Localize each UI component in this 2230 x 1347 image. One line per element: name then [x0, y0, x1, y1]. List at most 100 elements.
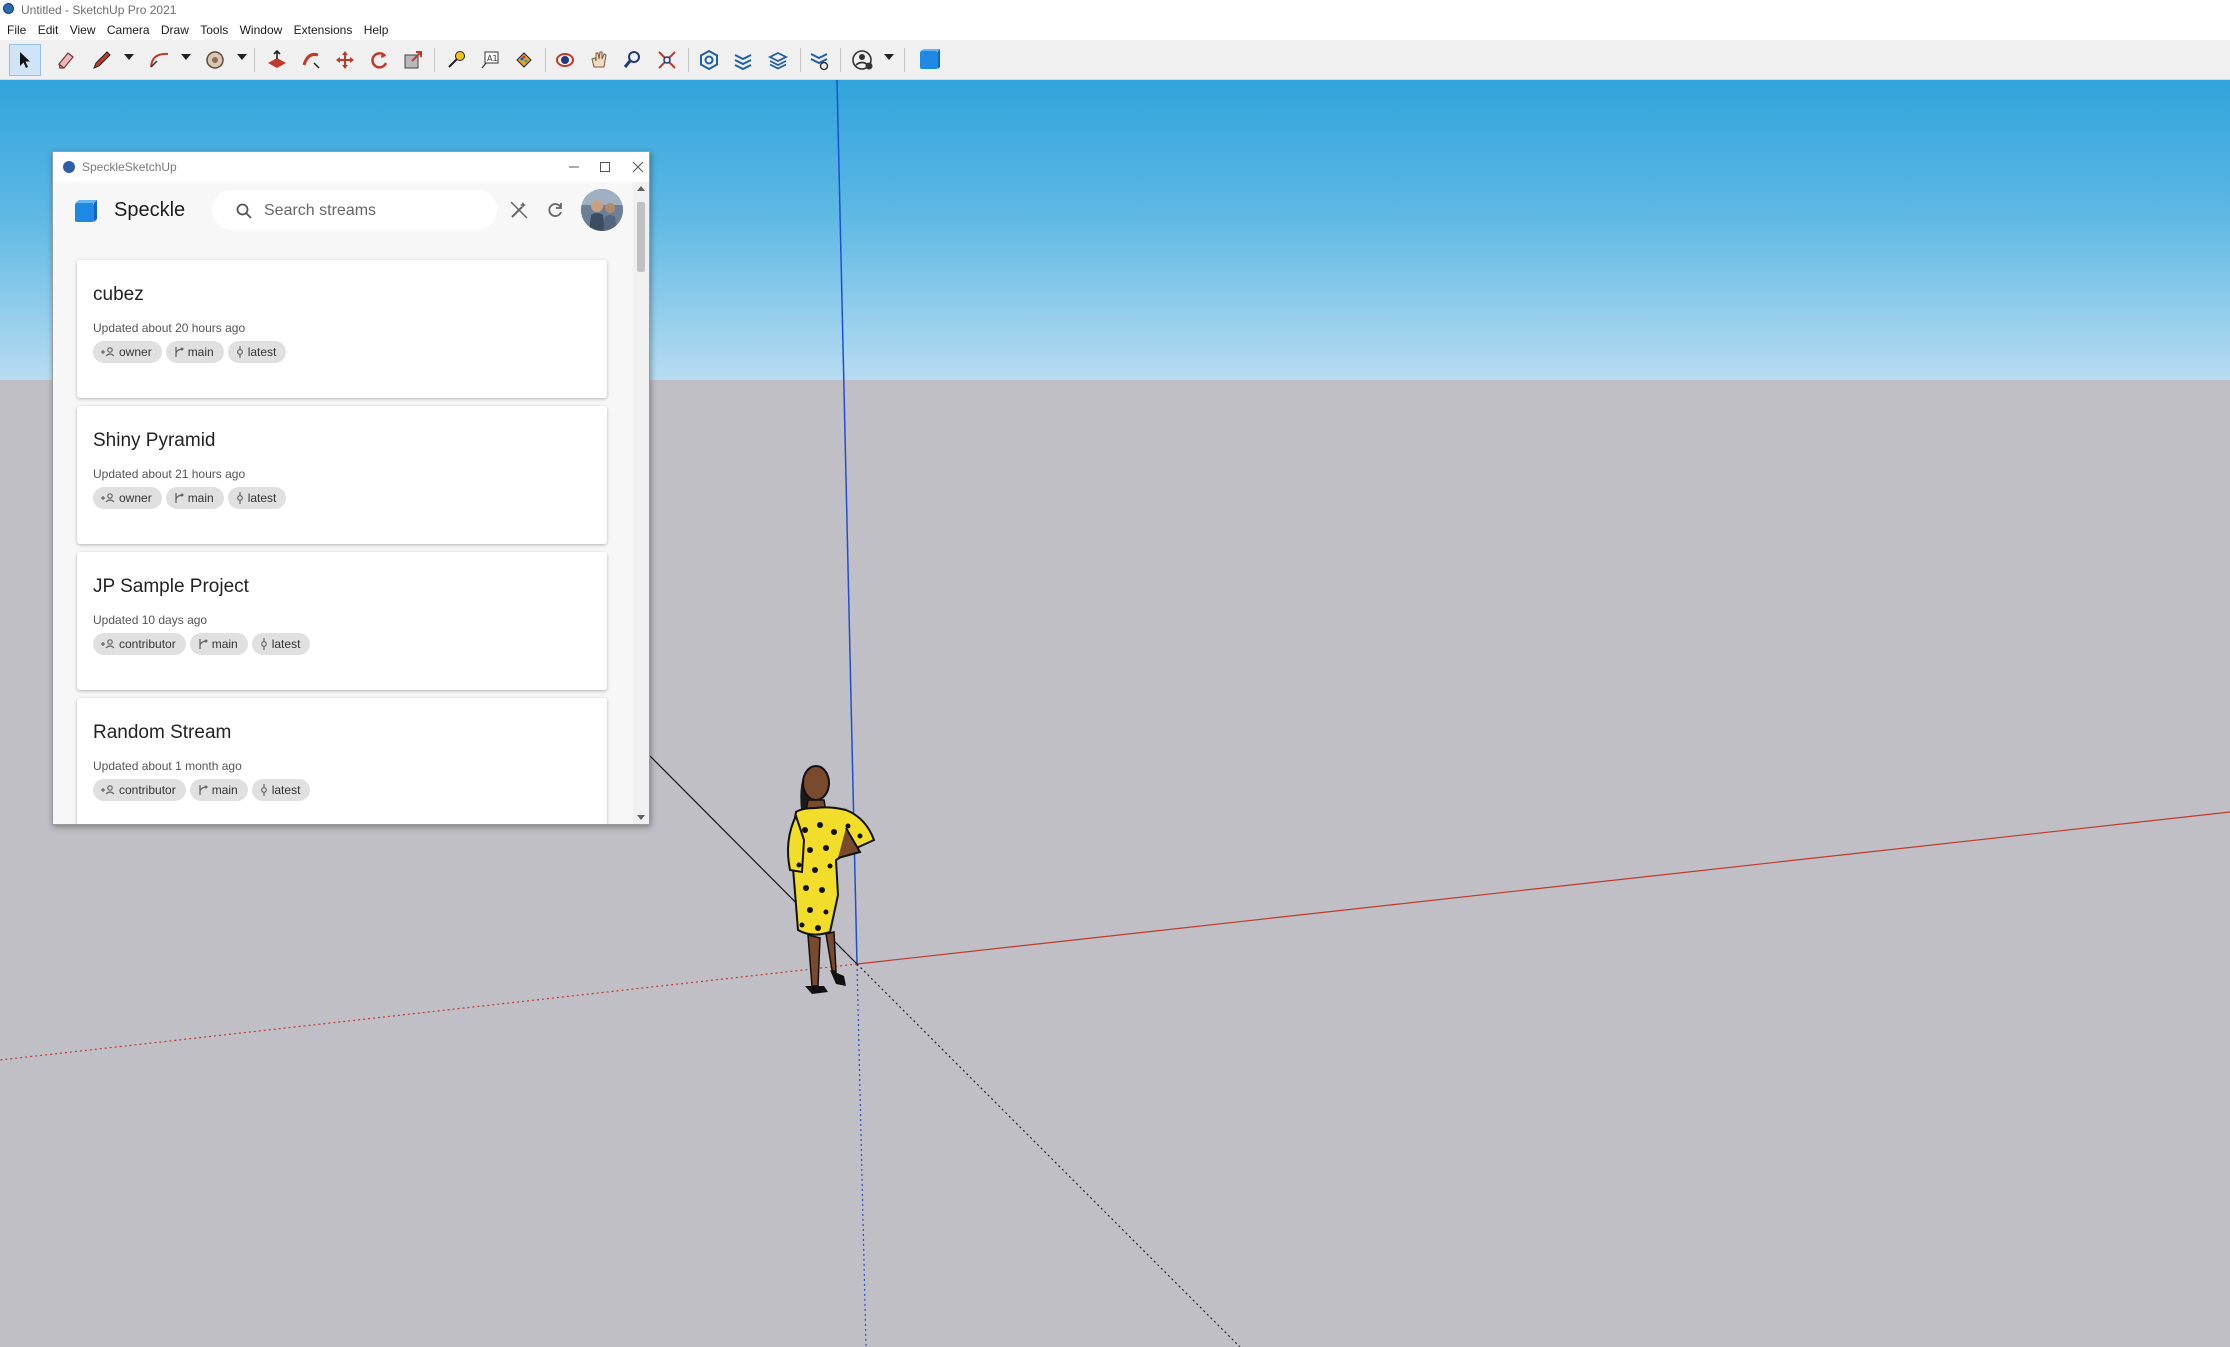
stream-card-jp-sample-project[interactable]: JP Sample Project Updated 10 days ago co…: [77, 552, 607, 690]
user-role-icon: [101, 493, 115, 503]
select-tool-button[interactable]: [9, 44, 41, 76]
user-account-button[interactable]: [847, 44, 879, 76]
line-tool-button[interactable]: [86, 44, 118, 76]
pan-tool-button[interactable]: [583, 44, 615, 76]
commit-chip: latest: [251, 779, 311, 801]
menu-camera[interactable]: Camera: [100, 20, 150, 40]
arc-tool-dropdown[interactable]: [181, 54, 191, 60]
follow-me-tool-button[interactable]: [295, 44, 327, 76]
branch-chip: main: [189, 633, 248, 655]
speckle-panel-titlebar[interactable]: SpeckleSketchUp: [53, 152, 649, 182]
maximize-button[interactable]: [593, 156, 617, 178]
zoom-tool-button[interactable]: [617, 44, 649, 76]
red-axis-negative: [0, 963, 858, 1061]
close-button[interactable]: [626, 156, 649, 178]
text-tool-button[interactable]: A1: [474, 44, 506, 76]
stream-chips: owner main latest: [93, 341, 287, 363]
paint-bucket-icon: [516, 52, 532, 68]
menu-file[interactable]: File: [0, 20, 26, 40]
arc-tool-button[interactable]: [144, 44, 176, 76]
line-tool-dropdown[interactable]: [124, 54, 134, 60]
menu-tools[interactable]: Tools: [193, 20, 228, 40]
menu-view[interactable]: View: [63, 20, 96, 40]
extension-warehouse-button[interactable]: [727, 44, 759, 76]
branch-icon: [175, 347, 184, 357]
menu-extensions[interactable]: Extensions: [287, 20, 353, 40]
user-account-dropdown[interactable]: [884, 54, 894, 60]
scale-icon: [404, 51, 422, 69]
branch-icon: [175, 493, 184, 503]
stream-card-shiny-pyramid[interactable]: Shiny Pyramid Updated about 21 hours ago…: [77, 406, 607, 544]
rotate-tool-button[interactable]: [363, 44, 395, 76]
menu-draw[interactable]: Draw: [154, 20, 189, 40]
menu-window[interactable]: Window: [233, 20, 283, 40]
stream-card-random-stream[interactable]: Random Stream Updated about 1 month ago …: [77, 698, 607, 824]
minimize-icon: [569, 166, 579, 168]
text-label-icon: A1: [481, 51, 499, 69]
move-tool-button[interactable]: [329, 44, 361, 76]
search-streams-input[interactable]: [262, 190, 486, 232]
branch-chip: main: [165, 487, 224, 509]
stream-card-cubez[interactable]: cubez Updated about 20 hours ago owner m…: [77, 260, 607, 398]
eraser-tool-button[interactable]: [50, 44, 82, 76]
toolbar-separator: [254, 48, 255, 72]
panel-scrollbar[interactable]: [633, 182, 649, 824]
extension-warehouse-icon: [734, 54, 752, 71]
shapes-tool-dropdown[interactable]: [237, 54, 247, 60]
search-box[interactable]: [212, 190, 497, 232]
role-chip: owner: [93, 487, 162, 509]
menu-edit[interactable]: Edit: [31, 20, 59, 40]
role-chip: contributor: [93, 779, 186, 801]
shapes-tool-button[interactable]: [199, 44, 231, 76]
toolbar-separator: [904, 48, 905, 72]
orbit-tool-button[interactable]: [549, 44, 581, 76]
zoom-magnifier-icon: [623, 51, 640, 68]
branch-icon: [199, 785, 208, 795]
stream-list: cubez Updated about 20 hours ago owner m…: [53, 240, 633, 824]
minimize-button[interactable]: [562, 156, 586, 178]
push-pull-tool-button[interactable]: [261, 44, 293, 76]
speckle-panel-window: SpeckleSketchUp Speckle Search streams c…: [52, 151, 650, 825]
scale-tool-button[interactable]: [397, 44, 429, 76]
menu-help[interactable]: Help: [357, 20, 389, 40]
user-account-icon: [852, 50, 873, 70]
stream-chips: contributor main latest: [93, 633, 311, 655]
toolbar-separator: [800, 48, 801, 72]
refresh-button[interactable]: [541, 196, 569, 224]
svg-text:A1: A1: [487, 54, 498, 63]
stream-name: Shiny Pyramid: [93, 430, 216, 451]
zoom-extents-icon: [658, 51, 676, 69]
magic-wand-off-icon: [510, 201, 528, 219]
3d-warehouse-button[interactable]: [693, 44, 725, 76]
stream-chips: contributor main latest: [93, 779, 311, 801]
speckle-window-icon: [63, 161, 75, 173]
magic-wand-button[interactable]: [505, 196, 533, 224]
commit-chip: latest: [227, 487, 287, 509]
speckle-logo-icon: [75, 200, 97, 222]
menubar: File Edit View Camera Draw Tools Window …: [0, 20, 2230, 40]
shapes-icon: [206, 51, 224, 69]
speckle-brand: Speckle: [114, 199, 186, 221]
speckle-header: Speckle: [53, 182, 633, 240]
zoom-extents-tool-button[interactable]: [651, 44, 683, 76]
maximize-icon: [600, 162, 610, 172]
user-role-icon: [101, 785, 115, 795]
extension-manager-button[interactable]: [803, 44, 835, 76]
scroll-up-arrow[interactable]: [637, 186, 645, 191]
layers-stack-icon: [767, 51, 789, 70]
layout-button[interactable]: [762, 44, 794, 76]
scroll-down-arrow[interactable]: [637, 815, 645, 820]
move-icon: [336, 51, 354, 69]
paint-bucket-tool-button[interactable]: [508, 44, 540, 76]
refresh-icon: [548, 203, 562, 217]
tape-measure-tool-button[interactable]: [440, 44, 472, 76]
speckle-toolbar-button[interactable]: [913, 44, 945, 76]
toolbar-separator: [434, 48, 435, 72]
select-arrow-icon: [20, 52, 30, 68]
user-avatar[interactable]: [581, 189, 623, 231]
scroll-thumb[interactable]: [637, 202, 645, 272]
toolbar-separator: [688, 48, 689, 72]
stream-name: JP Sample Project: [93, 576, 249, 597]
commit-icon: [236, 492, 243, 504]
stream-name: cubez: [93, 284, 144, 305]
